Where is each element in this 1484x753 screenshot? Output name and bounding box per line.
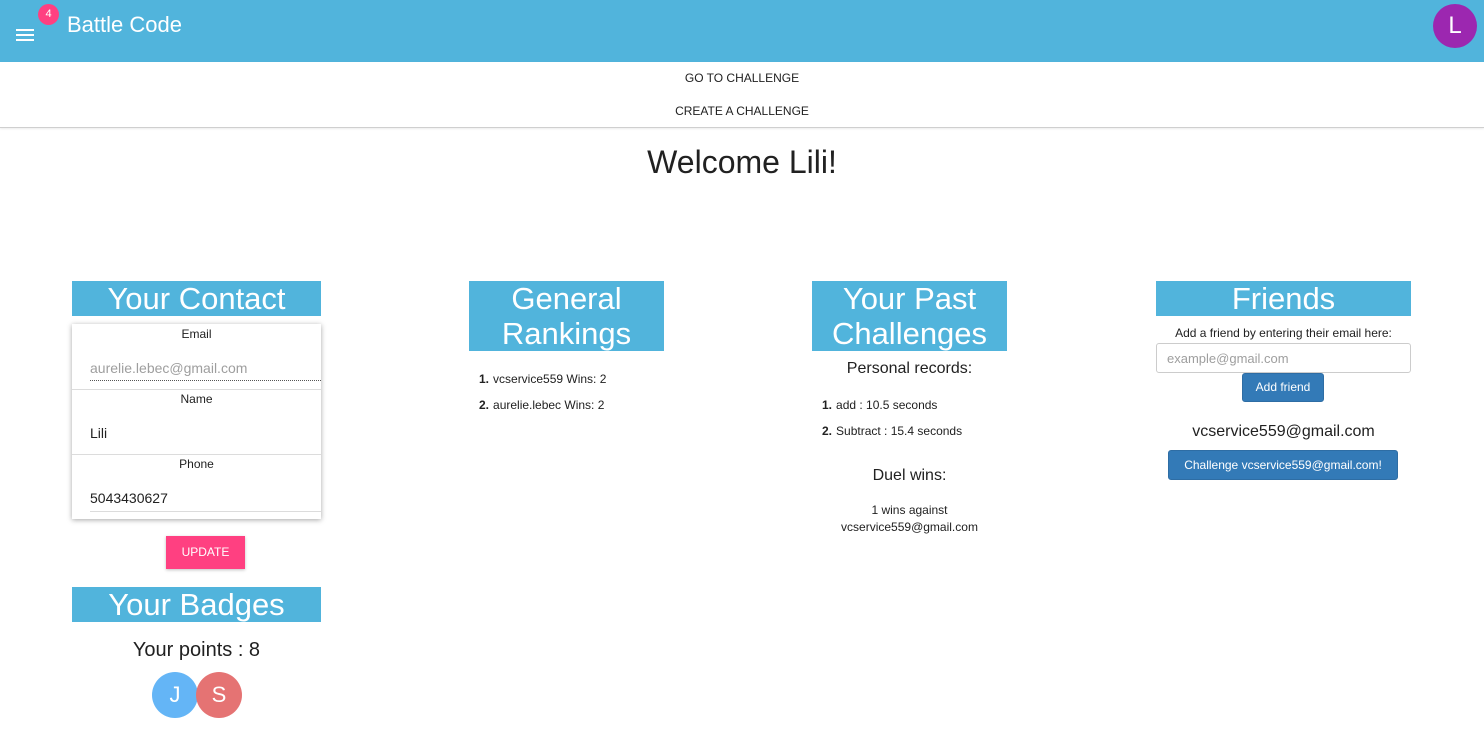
add-friend-button[interactable]: Add friend bbox=[1242, 373, 1324, 402]
friend-email: vcservice559@gmail.com bbox=[1192, 423, 1375, 440]
past-challenges-heading: Your Past Challenges bbox=[812, 281, 1007, 351]
record-text: add : 10.5 seconds bbox=[836, 398, 938, 412]
contact-card: Email Name Phone bbox=[72, 324, 321, 519]
notification-badge: 4 bbox=[38, 4, 59, 25]
badges-heading: Your Badges bbox=[72, 587, 321, 622]
nav-menu: GO TO CHALLENGE CREATE A CHALLENGE bbox=[0, 62, 1484, 128]
ranking-number: 2. bbox=[479, 398, 490, 412]
email-field[interactable] bbox=[90, 355, 321, 381]
badge-s: S bbox=[196, 672, 242, 718]
contact-heading: Your Contact bbox=[72, 281, 321, 316]
record-text: Subtract : 15.4 seconds bbox=[836, 424, 963, 438]
ranking-text: vcservice559 Wins: 2 bbox=[493, 372, 607, 386]
challenge-friend-button[interactable]: Challenge vcservice559@gmail.com! bbox=[1168, 450, 1398, 480]
record-number: 2. bbox=[822, 424, 833, 438]
divider bbox=[72, 454, 321, 455]
duel-wins-line2: vcservice559@gmail.com bbox=[841, 520, 978, 534]
email-label: Email bbox=[181, 327, 212, 341]
name-label: Name bbox=[180, 392, 213, 406]
past-heading-line2: Challenges bbox=[831, 316, 988, 351]
update-button[interactable]: UPDATE bbox=[166, 536, 245, 569]
app-bar: 4 Battle Code L bbox=[0, 0, 1484, 62]
divider bbox=[72, 389, 321, 390]
rankings-heading: General Rankings bbox=[469, 281, 664, 351]
rankings-heading-line1: General bbox=[511, 281, 622, 316]
phone-field[interactable] bbox=[90, 485, 321, 511]
record-item: 1. add : 10.5 seconds bbox=[822, 398, 937, 412]
friend-email-input[interactable] bbox=[1156, 343, 1411, 373]
record-item: 2. Subtract : 15.4 seconds bbox=[822, 424, 962, 438]
app-title: Battle Code bbox=[67, 12, 182, 37]
badge-j: J bbox=[152, 672, 198, 718]
past-heading-line1: Your Past bbox=[842, 281, 977, 316]
menu-icon[interactable] bbox=[16, 26, 38, 44]
add-friend-prompt: Add a friend by entering their email her… bbox=[1175, 326, 1392, 340]
ranking-item: 1. vcservice559 Wins: 2 bbox=[479, 372, 606, 386]
user-avatar[interactable]: L bbox=[1433, 4, 1477, 48]
personal-records-title: Personal records: bbox=[846, 360, 973, 377]
ranking-text: aurelie.lebec Wins: 2 bbox=[493, 398, 605, 412]
record-number: 1. bbox=[822, 398, 833, 412]
duel-wins-title: Duel wins: bbox=[872, 467, 947, 484]
rankings-heading-line2: Rankings bbox=[501, 316, 632, 351]
ranking-number: 1. bbox=[479, 372, 490, 386]
divider bbox=[90, 511, 321, 512]
duel-wins-line1: 1 wins against bbox=[871, 503, 948, 517]
create-challenge-link[interactable]: CREATE A CHALLENGE bbox=[0, 104, 1484, 118]
ranking-item: 2. aurelie.lebec Wins: 2 bbox=[479, 398, 604, 412]
points-text: Your points : 8 bbox=[132, 639, 261, 661]
go-to-challenge-link[interactable]: GO TO CHALLENGE bbox=[0, 71, 1484, 85]
welcome-heading: Welcome Lili! bbox=[647, 144, 837, 180]
name-field[interactable] bbox=[90, 420, 321, 446]
phone-label: Phone bbox=[179, 457, 214, 471]
friends-heading: Friends bbox=[1156, 281, 1411, 316]
